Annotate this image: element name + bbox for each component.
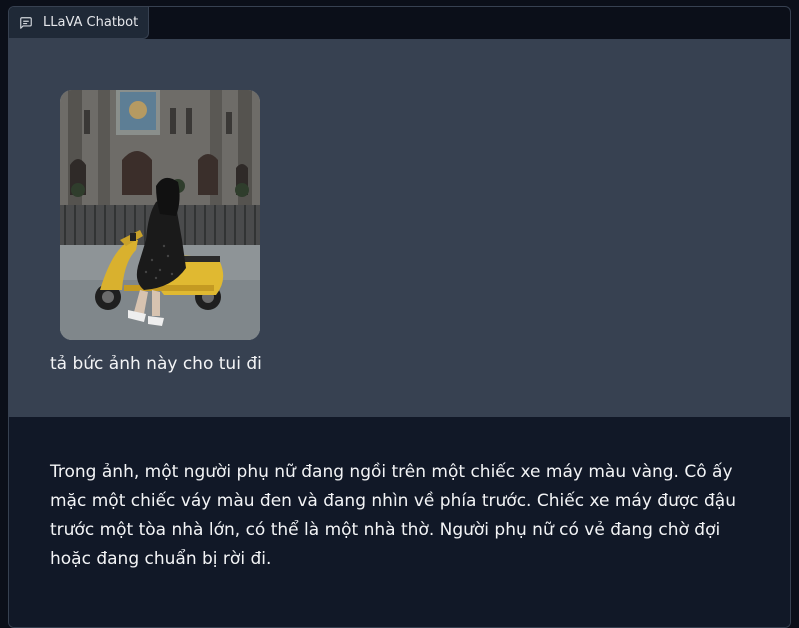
scooter-photo: [60, 90, 260, 340]
chatbot-label: LLaVA Chatbot: [9, 7, 150, 39]
user-message: tả bức ảnh này cho tui đi: [9, 39, 790, 417]
chat-icon: [19, 16, 33, 30]
user-message-text: tả bức ảnh này cho tui đi: [50, 354, 262, 374]
chatbot-title: LLaVA Chatbot: [43, 15, 139, 30]
bot-message-text: Trong ảnh, một người phụ nữ đang ngồi tr…: [50, 462, 736, 569]
uploaded-image[interactable]: [60, 90, 260, 340]
bot-message: Trong ảnh, một người phụ nữ đang ngồi tr…: [9, 417, 790, 627]
chatbot-panel: LLaVA Chatbot tả bức ảnh này cho tui đi …: [8, 6, 791, 628]
